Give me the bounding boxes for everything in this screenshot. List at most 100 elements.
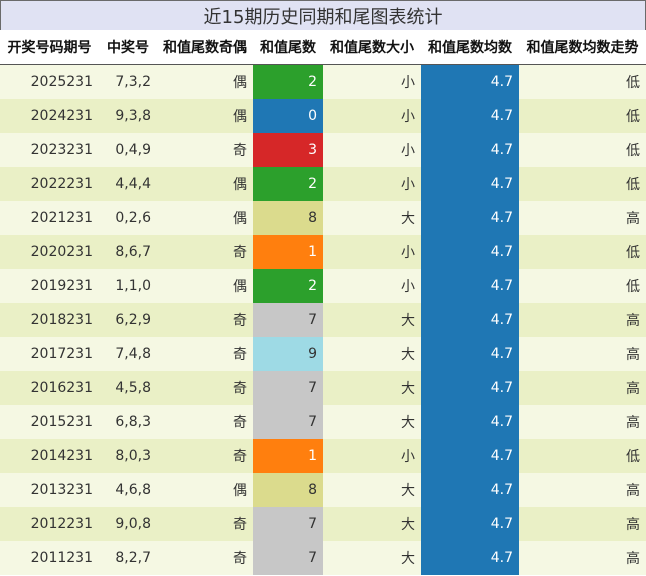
issue-cell: 2025231 (0, 64, 99, 99)
table-row: 2025231 7,3,2 偶 2 小 4.7 低 (0, 64, 646, 99)
average-cell: 4.7 (421, 337, 519, 371)
size-cell: 小 (323, 235, 421, 269)
parity-cell: 奇 (157, 541, 253, 575)
numbers-cell: 6,8,3 (99, 405, 157, 439)
parity-cell: 偶 (157, 269, 253, 303)
parity-cell: 偶 (157, 99, 253, 133)
trend-cell: 低 (519, 99, 646, 133)
table-body: 2025231 7,3,2 偶 2 小 4.7 低 2024231 9,3,8 偶 0 小 4.7 低 20… (0, 64, 646, 575)
header-tail: 和值尾数 (253, 30, 323, 65)
header-trend: 和值尾数均数走势 (519, 30, 646, 65)
trend-cell: 高 (519, 201, 646, 235)
parity-cell: 奇 (157, 507, 253, 541)
parity-cell: 偶 (157, 473, 253, 507)
issue-cell: 2020231 (0, 235, 99, 269)
table-header-row: 开奖号码期号 中奖号 和值尾数奇偶 和值尾数 和值尾数大小 和值尾数均数 和值尾… (0, 30, 646, 65)
numbers-cell: 4,6,8 (99, 473, 157, 507)
numbers-cell: 8,0,3 (99, 439, 157, 473)
size-cell: 大 (323, 201, 421, 235)
numbers-cell: 9,3,8 (99, 99, 157, 133)
average-cell: 4.7 (421, 235, 519, 269)
size-cell: 大 (323, 371, 421, 405)
issue-cell: 2022231 (0, 167, 99, 201)
numbers-cell: 1,1,0 (99, 269, 157, 303)
numbers-cell: 0,2,6 (99, 201, 157, 235)
tail-cell: 1 (253, 235, 323, 269)
header-size: 和值尾数大小 (323, 30, 421, 65)
issue-cell: 2012231 (0, 507, 99, 541)
size-cell: 小 (323, 269, 421, 303)
header-numbers: 中奖号 (99, 30, 157, 65)
average-cell: 4.7 (421, 133, 519, 167)
table-row: 2024231 9,3,8 偶 0 小 4.7 低 (0, 99, 646, 133)
average-cell: 4.7 (421, 473, 519, 507)
table-row: 2018231 6,2,9 奇 7 大 4.7 高 (0, 303, 646, 337)
numbers-cell: 6,2,9 (99, 303, 157, 337)
parity-cell: 奇 (157, 133, 253, 167)
average-cell: 4.7 (421, 201, 519, 235)
size-cell: 小 (323, 64, 421, 99)
header-parity: 和值尾数奇偶 (157, 30, 253, 65)
issue-cell: 2013231 (0, 473, 99, 507)
trend-cell: 低 (519, 133, 646, 167)
trend-cell: 低 (519, 167, 646, 201)
trend-cell: 低 (519, 64, 646, 99)
issue-cell: 2019231 (0, 269, 99, 303)
issue-cell: 2018231 (0, 303, 99, 337)
numbers-cell: 4,5,8 (99, 371, 157, 405)
parity-cell: 奇 (157, 439, 253, 473)
numbers-cell: 8,2,7 (99, 541, 157, 575)
parity-cell: 奇 (157, 337, 253, 371)
numbers-cell: 4,4,4 (99, 167, 157, 201)
issue-cell: 2021231 (0, 201, 99, 235)
parity-cell: 偶 (157, 64, 253, 99)
tail-cell: 7 (253, 303, 323, 337)
issue-cell: 2015231 (0, 405, 99, 439)
tail-cell: 1 (253, 439, 323, 473)
numbers-cell: 8,6,7 (99, 235, 157, 269)
size-cell: 大 (323, 303, 421, 337)
average-cell: 4.7 (421, 541, 519, 575)
table-row: 2022231 4,4,4 偶 2 小 4.7 低 (0, 167, 646, 201)
trend-cell: 高 (519, 541, 646, 575)
tail-cell: 2 (253, 167, 323, 201)
trend-cell: 高 (519, 371, 646, 405)
tail-cell: 2 (253, 269, 323, 303)
average-cell: 4.7 (421, 99, 519, 133)
table-row: 2016231 4,5,8 奇 7 大 4.7 高 (0, 371, 646, 405)
header-average: 和值尾数均数 (421, 30, 519, 65)
trend-cell: 高 (519, 473, 646, 507)
size-cell: 小 (323, 439, 421, 473)
parity-cell: 奇 (157, 405, 253, 439)
tail-cell: 9 (253, 337, 323, 371)
header-issue: 开奖号码期号 (0, 30, 99, 65)
trend-cell: 高 (519, 405, 646, 439)
table-row: 2019231 1,1,0 偶 2 小 4.7 低 (0, 269, 646, 303)
average-cell: 4.7 (421, 64, 519, 99)
size-cell: 小 (323, 99, 421, 133)
parity-cell: 奇 (157, 235, 253, 269)
average-cell: 4.7 (421, 507, 519, 541)
page-title: 近15期历史同期和尾图表统计 (0, 0, 646, 31)
table-row: 2015231 6,8,3 奇 7 大 4.7 高 (0, 405, 646, 439)
tail-cell: 8 (253, 473, 323, 507)
size-cell: 大 (323, 337, 421, 371)
table-row: 2020231 8,6,7 奇 1 小 4.7 低 (0, 235, 646, 269)
tail-cell: 3 (253, 133, 323, 167)
average-cell: 4.7 (421, 269, 519, 303)
tail-cell: 2 (253, 64, 323, 99)
parity-cell: 偶 (157, 167, 253, 201)
average-cell: 4.7 (421, 405, 519, 439)
numbers-cell: 7,4,8 (99, 337, 157, 371)
tail-cell: 7 (253, 405, 323, 439)
size-cell: 大 (323, 507, 421, 541)
tail-cell: 0 (253, 99, 323, 133)
table-row: 2021231 0,2,6 偶 8 大 4.7 高 (0, 201, 646, 235)
numbers-cell: 9,0,8 (99, 507, 157, 541)
trend-cell: 低 (519, 439, 646, 473)
average-cell: 4.7 (421, 439, 519, 473)
parity-cell: 奇 (157, 371, 253, 405)
table-row: 2023231 0,4,9 奇 3 小 4.7 低 (0, 133, 646, 167)
issue-cell: 2017231 (0, 337, 99, 371)
table-row: 2017231 7,4,8 奇 9 大 4.7 高 (0, 337, 646, 371)
